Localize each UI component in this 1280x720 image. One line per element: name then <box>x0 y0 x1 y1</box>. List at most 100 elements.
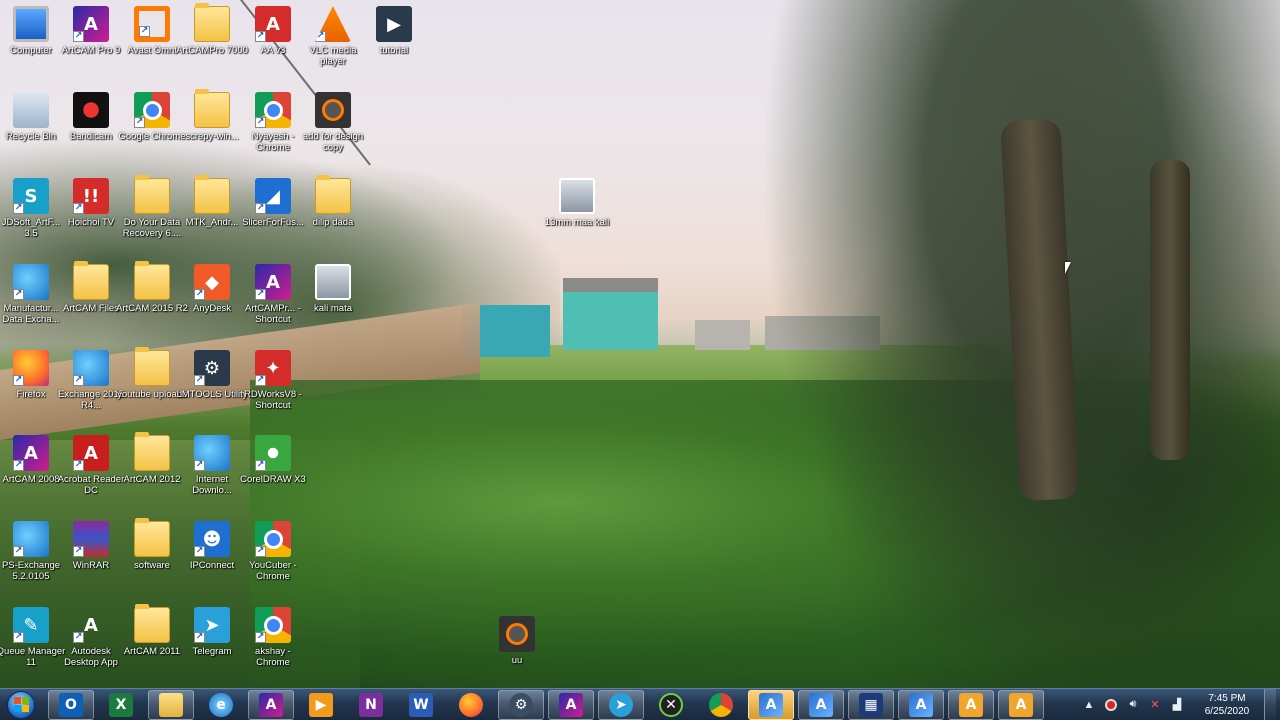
taskbar-button-media[interactable]: ▶ <box>298 690 344 720</box>
desktop-icon-screpy-win[interactable]: screpy-win... <box>181 89 243 142</box>
folder-icon <box>134 604 170 643</box>
desktop-icon-vlc[interactable]: ↗ VLC media player <box>302 6 364 67</box>
desktop-icon-artcam-2015[interactable]: ArtCAM 2015 R2 <box>116 261 188 314</box>
desktop-icon-internet-download[interactable]: ↗ Internet Downlo... <box>181 435 243 496</box>
desktop-icon-aa-v3[interactable]: A ↗ AA v3 <box>242 6 304 56</box>
firefox-icon <box>459 692 483 717</box>
network-icon[interactable]: ✕ <box>1147 697 1163 713</box>
desktop-icon-winrar[interactable]: ↗ WinRAR <box>60 521 122 571</box>
chevron-up-icon[interactable]: ▲ <box>1081 697 1097 713</box>
image-icon <box>315 264 351 300</box>
taskbar-button-ie[interactable]: e <box>198 690 244 720</box>
taskbar-button-tool[interactable]: ⚙ <box>498 689 544 720</box>
desktop-icon-dilip-dada[interactable]: dilip dada <box>302 175 364 228</box>
folder-icon <box>194 175 230 214</box>
taskbar-button-orange-a2[interactable]: A <box>998 689 1044 720</box>
desktop-icon-software[interactable]: software <box>121 518 183 571</box>
desktop-icon-artcam-2011[interactable]: ArtCAM 2011 <box>121 604 183 657</box>
taskbar-button-artcam2[interactable]: A <box>548 689 594 720</box>
desktop-icon-telegram[interactable]: ➤ ↗ Telegram <box>181 607 243 657</box>
desktop-icon-youtube-uploads[interactable]: youtube uploads <box>117 347 187 400</box>
clock[interactable]: 7:45 PM 6/25/2020 <box>1194 692 1260 718</box>
artcam-icon: A <box>559 692 583 717</box>
winrar-icon: ↗ <box>73 521 109 557</box>
desktop-icon-queue-manager[interactable]: ✎ ↗ Queue Manager 11 <box>0 607 65 668</box>
desktop-icon-kali-mata[interactable]: kali mata <box>302 264 364 314</box>
vlc-cone-icon: ↗ <box>315 6 351 42</box>
taskbar-button-excel[interactable]: X <box>98 690 144 720</box>
taskbar-button-telegram[interactable]: ➤ <box>598 689 644 720</box>
shortcut-arrow-icon: ↗ <box>255 632 266 643</box>
taskbar-button-data-tool[interactable]: ▦ <box>848 689 894 720</box>
desktop-icon-artcam-2012[interactable]: ArtCAM 2012 <box>121 432 183 485</box>
artcam-a-icon: A <box>759 692 783 717</box>
taskbar-button-artcam-a3[interactable]: A <box>898 689 944 720</box>
shortcut-arrow-icon: ↗ <box>73 460 84 471</box>
desktop-icon-label: add for design copy <box>302 131 364 153</box>
taskbar-button-orange-a1[interactable]: A <box>948 689 994 720</box>
start-button[interactable] <box>0 689 42 720</box>
folder-icon <box>194 89 230 128</box>
desktop-icon-exchange-2015[interactable]: ↗ Exchange 2015 R4... <box>58 350 124 411</box>
desktop-icon-13mm-maa-kali[interactable]: 13mm maa kali <box>545 178 609 228</box>
desktop-icon-coreldraw[interactable]: ↗ CorelDRAW X3 <box>240 435 306 485</box>
desktop-icon-lmtools[interactable]: ⚙ ↗ LMTOOLS Utility <box>176 350 248 400</box>
folder-icon <box>134 261 170 300</box>
desktop-icon-firefox[interactable]: ↗ Firefox <box>0 350 62 400</box>
taskbar-button-word[interactable]: W <box>398 690 444 720</box>
desktop-icon-google-chrome[interactable]: ↗ Google Chrome <box>118 92 186 142</box>
shortcut-arrow-icon: ↗ <box>255 31 266 42</box>
desktop-icon-computer[interactable]: Computer <box>0 6 62 56</box>
desktop-icon-artcampro-7000[interactable]: ArtCAMPro 7000 <box>176 3 248 56</box>
desktop-icon-recycle-bin[interactable]: Recycle Bin <box>0 92 62 142</box>
desktop-icon-acrobat[interactable]: A ↗ Acrobat Reader DC <box>58 435 124 496</box>
desktop-icon-akshay-chrome[interactable]: ↗ akshay - Chrome <box>242 607 304 668</box>
desktop-icon-avast-omni[interactable]: ↗ Avast Omni <box>121 6 183 56</box>
desktop-icon-artcam-files[interactable]: ArtCAM Files <box>60 261 122 314</box>
desktop-icon-autodesk[interactable]: A ↗ Autodesk Desktop App <box>60 607 122 669</box>
taskbar-button-onenote[interactable]: N <box>348 690 394 720</box>
desktop-icon-artcampr-shortcut[interactable]: A ↗ ArtCAMPr... - Shortcut <box>242 264 304 325</box>
recycle-bin-icon <box>13 92 49 128</box>
taskbar-button-chrome[interactable] <box>698 690 744 720</box>
taskbar-button-artcam-a1[interactable]: A <box>748 689 794 720</box>
rdworks-icon: ✦ ↗ <box>255 350 291 386</box>
computer-icon <box>13 6 49 42</box>
desktop-icon-bandicam[interactable]: Bandicam <box>60 92 122 142</box>
desktop-icon-ps-exchange[interactable]: ↗ PS-Exchange 5.2.0105 <box>0 521 62 582</box>
desktop-icon-slicerforfus[interactable]: ◢ ↗ SlicerForFus... <box>242 178 304 228</box>
shortcut-arrow-icon: ↗ <box>194 546 205 557</box>
show-desktop-button[interactable] <box>1264 688 1276 720</box>
desktop-icon-mtk-andr[interactable]: MTK_Andr... <box>181 175 243 228</box>
desktop-icon-do-your-data[interactable]: Do Your Data Recovery 6.... <box>121 175 183 239</box>
desktop-icon-hoichoi[interactable]: !! ↗ Hoichoi TV <box>60 178 122 228</box>
desktop-icon-ipconnect[interactable]: ☻ ↗ IPConnect <box>181 521 243 571</box>
shortcut-arrow-icon: ↗ <box>13 546 24 557</box>
taskbar-button-artcam-a2[interactable]: A <box>798 689 844 720</box>
desktop-icon-manufactur[interactable]: ↗ Manufactur... Data Excha... <box>0 264 62 325</box>
record-icon[interactable] <box>1103 697 1119 713</box>
taskbar-button-artcam[interactable]: A <box>248 689 294 720</box>
artcam-a-icon: A <box>909 692 933 717</box>
globe-icon: ↗ <box>194 435 230 471</box>
desktop-icon-tutorial[interactable]: ▶ tutorial <box>363 6 425 56</box>
taskbar-button-firefox[interactable] <box>448 690 494 720</box>
desktop-icon-jdsoft[interactable]: S ↗ JDSoft_ArtF... 3.5 <box>0 178 62 239</box>
taskbar-button-explorer[interactable] <box>148 689 194 720</box>
telegram-icon: ➤ <box>609 692 633 717</box>
folder-icon <box>73 261 109 300</box>
taskbar-button-xbox[interactable]: ✕ <box>648 690 694 720</box>
wallpaper-house <box>695 320 750 350</box>
volume-icon[interactable]: 🔊︎ <box>1125 697 1141 713</box>
desktop-icon-uu[interactable]: uu <box>486 616 548 666</box>
desktop-icon-youcuber[interactable]: ↗ YouCuber - Chrome <box>242 521 304 582</box>
camera-icon <box>315 92 351 128</box>
desktop-icon-add-for-design[interactable]: add for design copy <box>302 92 364 153</box>
desktop-icon-nyayesh-chrome[interactable]: ↗ Nyayesh - Chrome <box>242 92 304 153</box>
signal-icon[interactable]: ▟ <box>1169 697 1185 713</box>
desktop-icon-artcam-pro-9[interactable]: A ↗ ArtCAM Pro 9 <box>60 6 122 56</box>
desktop-icon-rdworks[interactable]: ✦ ↗ RDWorksV8 - Shortcut <box>242 350 304 411</box>
desktop-icon-artcam-2008[interactable]: A ↗ ArtCAM 2008 <box>0 435 62 485</box>
taskbar-button-outlook[interactable]: O <box>48 689 94 720</box>
desktop-icon-anydesk[interactable]: ◆ ↗ AnyDesk <box>181 264 243 314</box>
